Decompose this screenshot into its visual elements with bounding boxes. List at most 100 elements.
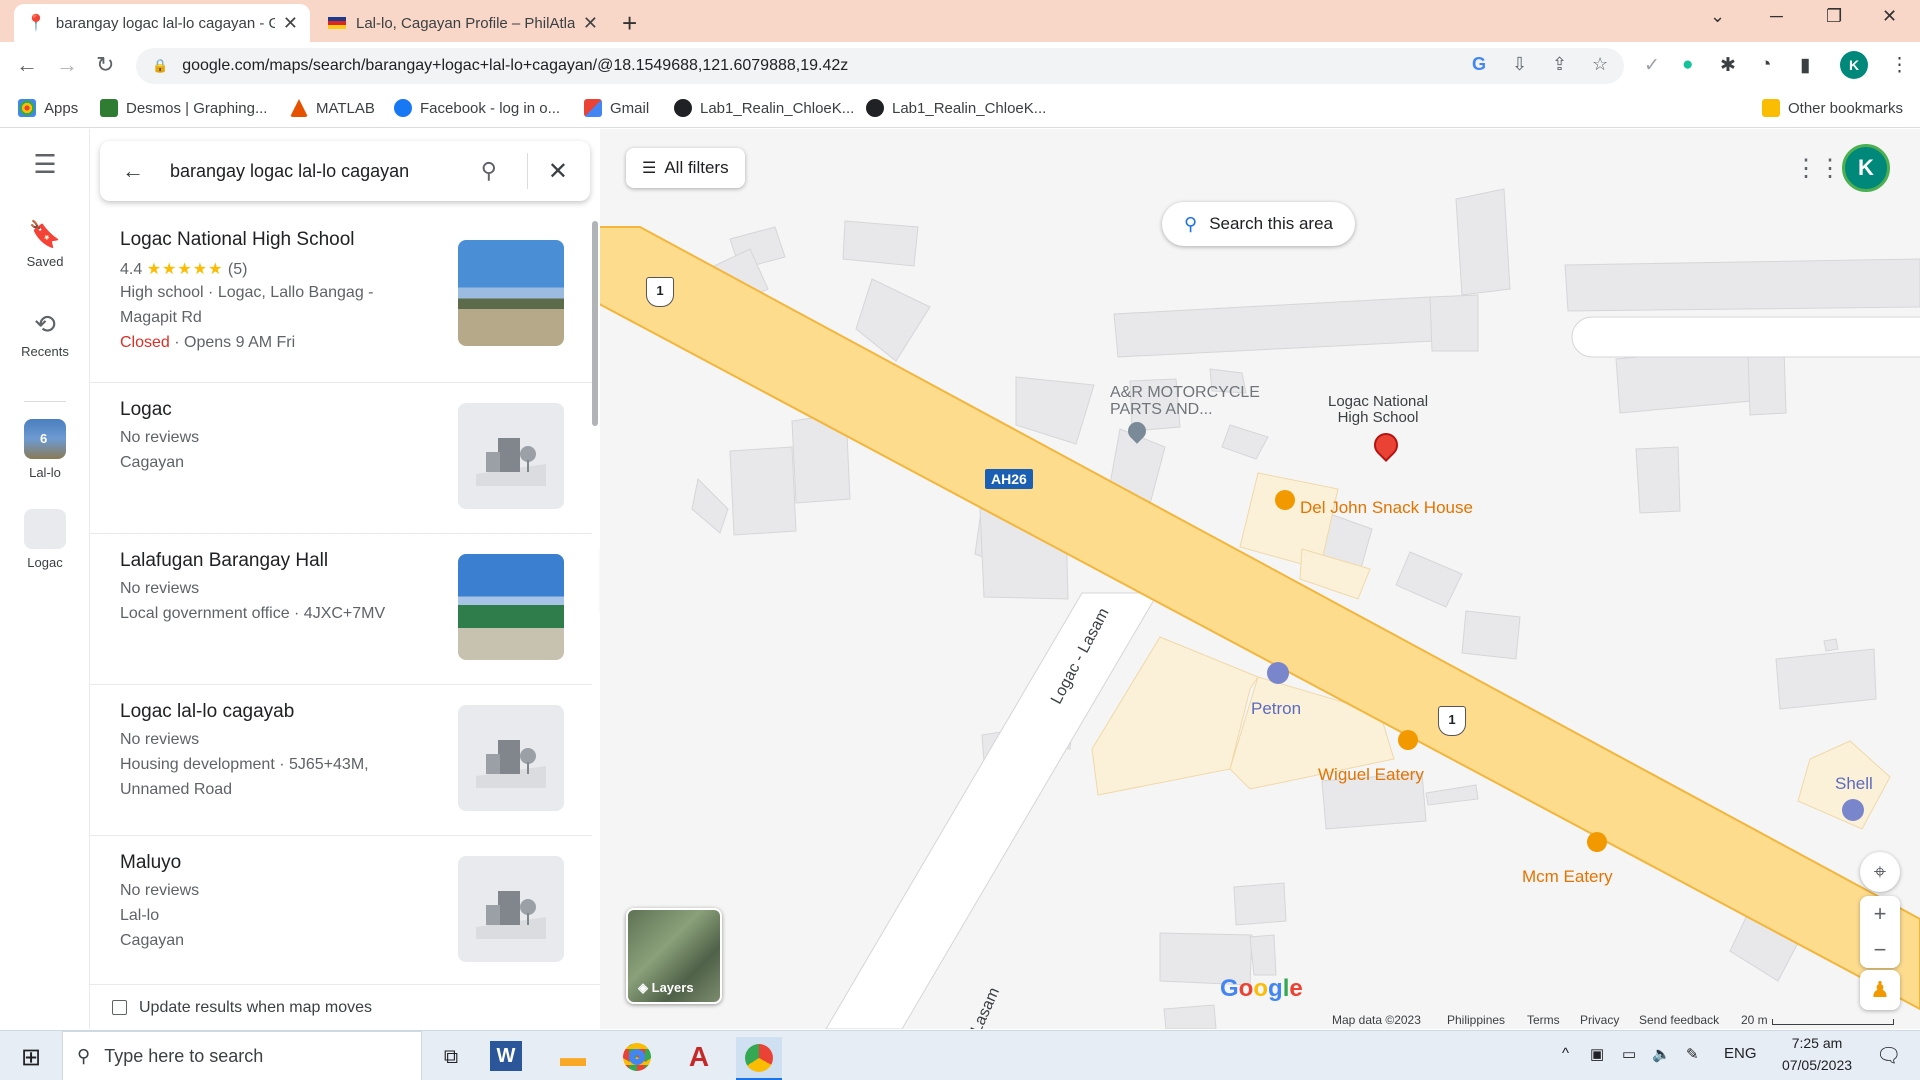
account-avatar[interactable]: K [1842,144,1890,192]
close-window-button[interactable]: ✕ [1882,6,1897,27]
task-view-icon[interactable]: ⧉ [428,1037,474,1077]
result-name[interactable]: Logac National High School [120,229,355,251]
bookmark-lab1-b[interactable]: Lab1_Realin_ChloeK... [866,99,1046,117]
privacy-link[interactable]: Privacy [1580,1013,1619,1027]
send-feedback-link[interactable]: Send feedback [1639,1013,1719,1027]
word-icon[interactable]: W [490,1041,522,1071]
share-icon[interactable]: ⇪ [1552,54,1567,75]
my-location-button[interactable]: ⌖ [1860,852,1900,892]
result-photo-hall[interactable] [458,554,564,660]
battery-icon[interactable]: ▭ [1622,1045,1636,1063]
other-bookmarks[interactable]: Other bookmarks [1762,99,1903,117]
result-item[interactable]: Maluyo No reviews Lal-lo Cagayan [90,836,592,983]
taskbar-search-box[interactable]: ⚲ Type here to search [62,1031,422,1080]
bookmark-apps[interactable]: Apps [18,99,78,117]
poi-mcm-label[interactable]: Mcm Eatery [1522,867,1613,887]
result-item[interactable]: Lalafugan Barangay Hall No reviews Local… [90,534,592,685]
result-placeholder-thumb[interactable] [458,403,564,509]
show-hidden-icons[interactable]: ^ [1562,1045,1569,1062]
address-bar[interactable]: 🔒 google.com/maps/search/barangay+logac+… [136,48,1624,84]
rail-recent-logac[interactable]: Logac [0,509,90,570]
result-name[interactable]: Logac [120,399,172,421]
tab-search-icon[interactable]: ⌄ [1710,6,1725,27]
result-name[interactable]: Lalafugan Barangay Hall [120,550,328,572]
acrobat-icon[interactable]: A [676,1037,722,1077]
result-item[interactable]: Logac National High School 4.4 ★★★★★ (5)… [90,213,592,383]
profile-avatar[interactable]: K [1840,51,1868,79]
search-box[interactable]: ← barangay logac lal-lo cagayan ⚲ ✕ [100,141,590,201]
chrome-profile-icon[interactable] [736,1037,782,1080]
rail-recents[interactable]: ⟲ Recents [0,309,90,359]
poi-motorcycle-label[interactable]: A&R MOTORCYCLE PARTS AND... [1110,384,1260,418]
volume-icon[interactable]: 🔈 [1652,1045,1671,1063]
gas-station-icon[interactable] [1267,662,1289,684]
new-tab-button[interactable]: + [622,8,637,39]
zoom-in-button[interactable]: + [1874,896,1887,932]
back-arrow-icon[interactable]: ← [122,158,144,184]
poi-school-label[interactable]: Logac National High School [1328,394,1428,426]
terms-link[interactable]: Terms [1527,1013,1560,1027]
forward-button[interactable]: → [56,52,78,78]
result-photo-school[interactable] [458,240,564,346]
country-link[interactable]: Philippines [1447,1013,1505,1027]
search-input[interactable]: barangay logac lal-lo cagayan [170,161,481,182]
poi-snack-label[interactable]: Del John Snack House [1300,498,1473,518]
network-icon[interactable]: ▣ [1590,1045,1604,1063]
restaurant-icon[interactable] [1398,730,1418,750]
restaurant-icon[interactable] [1275,490,1295,510]
notifications-icon[interactable]: 🗨 [1876,1043,1901,1068]
poi-petron-label[interactable]: Petron [1251,699,1301,719]
map-canvas[interactable]: 1 1 AH26 Logac - Lasam Lasam A&R MOTORCY… [600,129,1920,1029]
restaurant-icon[interactable] [1587,832,1607,852]
gas-station-icon[interactable] [1842,799,1864,821]
result-name[interactable]: Logac lal-lo cagayab [120,701,294,723]
file-explorer-icon[interactable]: ▬ [550,1037,596,1077]
menu-icon[interactable]: ☰ [0,149,90,180]
clear-search-icon[interactable]: ✕ [548,157,568,186]
search-this-area-button[interactable]: ⚲ Search this area [1162,202,1355,246]
clock-time[interactable]: 7:25 am [1782,1035,1852,1051]
bookmark-facebook[interactable]: Facebook - log in o... [394,99,560,117]
poi-wiguel-label[interactable]: Wiguel Eatery [1318,765,1424,785]
restore-button[interactable]: ❐ [1826,6,1842,27]
pegman-icon[interactable]: ♟ [1860,970,1900,1010]
update-results-row[interactable]: Update results when map moves [90,984,600,1030]
layers-button[interactable]: ◈ Layers [626,908,722,1004]
result-placeholder-thumb[interactable] [458,856,564,962]
grammarly-icon[interactable]: ● [1682,54,1693,76]
result-name[interactable]: Maluyo [120,852,181,874]
bookmark-desmos[interactable]: Desmos | Graphing... [100,99,267,117]
result-placeholder-thumb[interactable] [458,705,564,811]
update-results-checkbox[interactable] [112,1000,127,1015]
extensions-puzzle-icon[interactable]: ✱ [1720,54,1736,77]
google-lens-icon[interactable]: G [1472,54,1486,75]
result-item[interactable]: Logac lal-lo cagayab No reviews Housing … [90,685,592,836]
bookmark-matlab[interactable]: MATLAB [290,99,375,117]
back-button[interactable]: ← [16,52,38,78]
language-indicator[interactable]: ENG [1724,1045,1757,1062]
zoom-out-button[interactable]: − [1874,932,1887,968]
bookmark-gmail[interactable]: Gmail [584,99,649,117]
close-tab-icon[interactable]: ✕ [283,13,298,34]
tab-maps[interactable]: 📍 barangay logac lal-lo cagayan - Go ✕ [14,4,310,42]
bookmark-star-icon[interactable]: ☆ [1592,54,1608,75]
search-icon[interactable]: ⚲ [481,158,497,184]
check-extension-icon[interactable]: ✓ [1644,54,1660,77]
poi-shell-label[interactable]: Shell [1835,774,1873,794]
reload-button[interactable]: ↻ [96,52,114,78]
rail-saved[interactable]: 🔖 Saved [0,219,90,269]
chrome-menu-icon[interactable]: ⋮ [1890,54,1909,77]
side-panel-icon[interactable]: ▮ [1800,54,1810,77]
close-tab-icon[interactable]: ✕ [583,13,598,34]
bookmark-lab1-a[interactable]: Lab1_Realin_ChloeK... [674,99,854,117]
all-filters-button[interactable]: ☰ All filters [626,148,745,188]
performance-icon[interactable]: ◔ [1760,54,1771,76]
chrome-icon[interactable] [614,1037,660,1077]
windows-start-icon[interactable]: ⊞ [8,1037,54,1077]
pen-icon[interactable]: ✎ [1686,1045,1699,1063]
scale-label[interactable]: 20 m [1741,1013,1768,1027]
rail-recent-lallo[interactable]: 6 Lal-lo [0,419,90,480]
result-item[interactable]: Logac No reviews Cagayan [90,383,592,534]
results-scrollbar[interactable] [592,221,598,426]
install-app-icon[interactable]: ⇩ [1512,54,1527,75]
